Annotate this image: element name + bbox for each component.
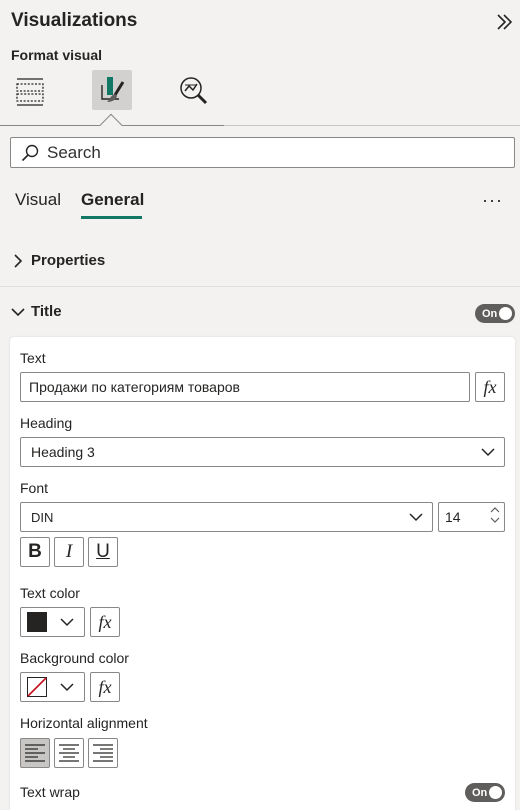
pane-title: Visualizations [11,10,138,31]
align-right-icon [93,744,113,762]
text-wrap-toggle-label: On [472,786,488,799]
bold-icon: B [28,541,42,562]
heading-label: Heading [20,415,73,431]
title-text-fx-button[interactable]: fx [475,372,505,402]
font-family-value: DIN [31,509,54,525]
background-color-picker[interactable] [20,672,85,702]
section-divider [0,286,520,287]
font-size-input[interactable] [445,509,485,525]
text-color-fx-button[interactable]: fx [90,607,120,637]
collapse-pane-button[interactable] [492,10,516,34]
align-left-button[interactable] [20,738,50,768]
title-toggle-label: On [482,307,498,320]
no-color-swatch-icon [27,677,47,697]
bold-button[interactable]: B [20,537,50,567]
text-color-swatch [27,612,47,632]
chevron-right-icon [14,253,23,268]
heading-dropdown-value: Heading 3 [31,444,95,460]
underline-icon: U [96,541,110,562]
text-wrap-label: Text wrap [20,784,80,800]
toggle-knob [489,786,502,799]
format-visual-button[interactable] [92,70,132,110]
background-color-fx-button[interactable]: fx [90,672,120,702]
tab-visual[interactable]: Visual [15,190,61,210]
italic-button[interactable]: I [54,537,84,567]
text-label: Text [20,350,46,366]
properties-section-label: Properties [31,252,106,269]
tab-general[interactable]: General [81,190,144,210]
font-label: Font [20,480,49,496]
background-color-label: Background color [20,650,129,666]
fx-icon: fx [98,676,112,697]
heading-dropdown[interactable]: Heading 3 [20,437,505,467]
field-wells-icon [16,78,44,106]
title-toggle[interactable]: On [475,304,515,323]
chevron-down-icon [481,448,495,457]
title-text-field[interactable] [20,372,470,402]
paint-brush-chart-icon [101,77,125,102]
search-box[interactable] [10,137,515,168]
search-icon [21,144,39,161]
title-section-header[interactable]: Title [10,303,62,320]
active-mode-caret [99,113,123,137]
title-text-input[interactable] [29,379,459,395]
chevron-down-icon [11,307,25,316]
chevron-down-icon[interactable] [490,517,500,524]
chevron-down-icon [60,683,74,692]
chevron-up-icon[interactable] [490,506,500,513]
search-input[interactable] [47,142,487,163]
align-right-button[interactable] [88,738,118,768]
fx-icon: fx [98,611,112,632]
analytics-magnifier-icon [180,77,208,105]
font-size-stepper[interactable] [438,502,505,532]
more-options-button[interactable]: ··· [482,190,503,211]
text-wrap-toggle[interactable]: On [465,783,505,802]
italic-icon: I [65,541,73,562]
double-chevron-right-icon [497,14,513,30]
horizontal-alignment-label: Horizontal alignment [20,715,148,731]
title-settings-card: Text fx Heading Heading 3 Font DIN B I U… [10,337,515,810]
chevron-down-icon [409,513,423,522]
format-visual-label: Format visual [11,47,103,63]
chevron-down-icon [60,618,74,627]
align-left-icon [25,744,45,762]
fx-icon: fx [483,376,497,397]
align-center-icon [59,744,79,762]
toggle-knob [499,307,512,320]
text-color-label: Text color [20,585,80,601]
text-color-picker[interactable] [20,607,85,637]
build-visual-button[interactable] [10,70,50,110]
title-section-label: Title [31,303,62,320]
align-center-button[interactable] [54,738,84,768]
properties-section-header[interactable]: Properties [12,252,105,269]
analytics-button[interactable] [174,70,214,110]
underline-button[interactable]: U [88,537,118,567]
active-tab-underline [81,216,142,219]
font-family-dropdown[interactable]: DIN [20,502,433,532]
